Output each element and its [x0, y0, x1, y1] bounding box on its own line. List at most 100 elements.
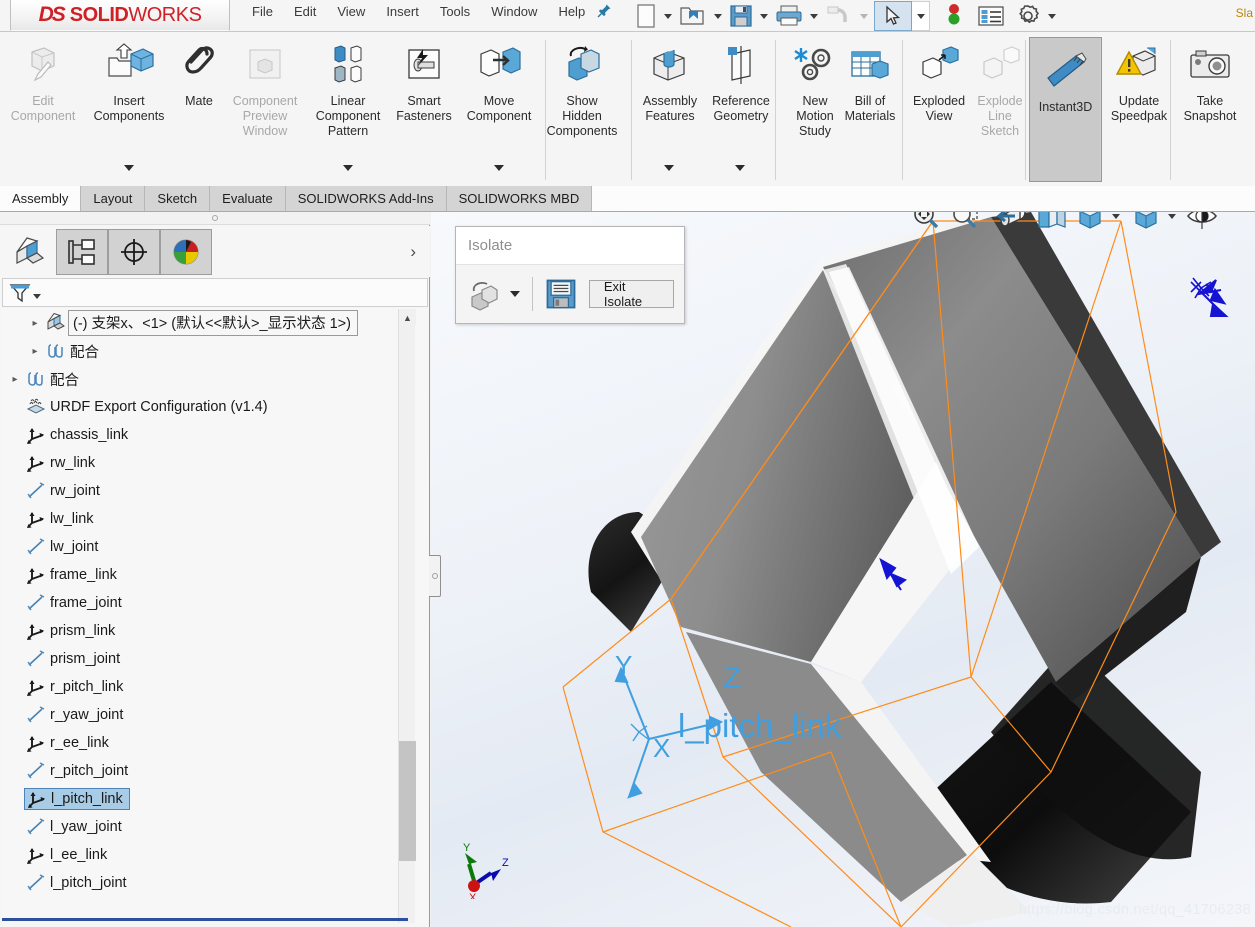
tree-item[interactable]: l_pitch_joint [2, 869, 410, 897]
tree-item[interactable]: frame_joint [2, 589, 410, 617]
tree-item[interactable]: frame_link [2, 561, 410, 589]
tree-item[interactable]: rw_joint [2, 477, 410, 505]
hide-show-component-button[interactable] [466, 277, 500, 311]
show-hidden-components-button[interactable]: ShowHiddenComponents [545, 32, 619, 139]
tree-item[interactable]: URDF Export Configuration (v1.4) [2, 393, 410, 421]
expand-chevron-icon[interactable]: ▸ [26, 318, 44, 329]
tab-sketch[interactable]: Sketch [145, 186, 210, 211]
tab-layout[interactable]: Layout [81, 186, 145, 211]
expand-chevron-icon[interactable]: ▸ [6, 374, 24, 385]
options-gear-button[interactable] [1014, 0, 1042, 32]
display-manager-tab[interactable] [160, 229, 212, 275]
tree-item[interactable]: prism_joint [2, 645, 410, 673]
panel-splitter-handle[interactable] [429, 555, 441, 597]
zoom-to-area-icon[interactable] [948, 212, 982, 233]
section-view-icon[interactable] [995, 212, 1029, 233]
tree-item[interactable]: r_pitch_link [2, 673, 410, 701]
tree-item[interactable]: lw_joint [2, 533, 410, 561]
component-preview-window-button[interactable]: ComponentPreviewWindow [228, 32, 302, 139]
chevron-down-icon[interactable] [1048, 14, 1056, 19]
update-speedpak-button[interactable]: UpdateSpeedpak [1102, 32, 1176, 124]
tree-item[interactable]: rw_link [2, 449, 410, 477]
tree-item[interactable]: r_yaw_joint [2, 701, 410, 729]
tree-item[interactable]: lw_link [2, 505, 410, 533]
select-tool-dropdown[interactable] [912, 1, 930, 31]
menu-file[interactable]: File [252, 4, 273, 19]
tree-filter-bar[interactable] [2, 278, 428, 307]
move-component-expand-icon[interactable] [494, 165, 504, 171]
tree-item[interactable]: ▸(-) 支架x、<1> (默认<<默认>_显示状态 1>) [2, 309, 410, 337]
isolate-save-button[interactable] [545, 278, 577, 310]
tree-item[interactable]: ▸配合 [2, 365, 410, 393]
mate-button[interactable]: Mate [162, 32, 236, 109]
isolate-dropdown-icon[interactable] [510, 291, 520, 297]
menu-window[interactable]: Window [491, 4, 537, 19]
panel-collapse-handle[interactable] [0, 212, 430, 225]
chevron-down-icon[interactable] [664, 14, 672, 19]
instant3d-button[interactable]: Instant3D [1029, 37, 1102, 182]
chevron-down-icon[interactable] [760, 14, 768, 19]
tree-item[interactable]: l_yaw_joint [2, 813, 410, 841]
reference-geometry-button[interactable]: ReferenceGeometry [704, 32, 778, 124]
print-document-button[interactable] [774, 0, 804, 32]
tab-evaluate[interactable]: Evaluate [210, 186, 286, 211]
open-document-button[interactable] [678, 0, 708, 32]
chevron-down-icon[interactable] [714, 14, 722, 19]
tab-assembly[interactable]: Assembly [0, 186, 81, 211]
expand-chevron-icon[interactable]: ▸ [26, 346, 44, 357]
filter-dropdown-icon[interactable] [33, 294, 41, 299]
reference-geometry-expand-icon[interactable] [735, 165, 745, 171]
tree-item[interactable]: l_ee_link [2, 841, 410, 869]
insert-components-button[interactable]: InsertComponents [92, 32, 166, 124]
hide-show-items-icon[interactable] [1129, 212, 1163, 233]
feature-tree-scrollbar[interactable]: ▲ [398, 309, 415, 923]
edit-component-button[interactable]: EditComponent [6, 32, 80, 124]
linear-pattern-expand-icon[interactable] [343, 165, 353, 171]
panel-expand-chevron-icon[interactable]: › [410, 242, 416, 262]
chevron-down-icon[interactable] [1112, 214, 1120, 219]
feature-manager-tab[interactable] [4, 229, 56, 275]
tree-item[interactable]: r_pitch_joint [2, 757, 410, 785]
exit-isolate-button[interactable]: Exit Isolate [589, 280, 674, 308]
tree-item[interactable]: r_ee_link [2, 729, 410, 757]
isolate-dialog[interactable]: Isolate [455, 226, 685, 324]
assembly-features-expand-icon[interactable] [664, 165, 674, 171]
menu-edit[interactable]: Edit [294, 4, 316, 19]
new-document-button[interactable] [634, 0, 658, 32]
select-tool-button[interactable] [874, 1, 912, 31]
move-component-button[interactable]: MoveComponent [462, 32, 536, 124]
chevron-down-icon[interactable] [860, 14, 868, 19]
menu-insert[interactable]: Insert [386, 4, 419, 19]
scroll-up-arrow-icon[interactable]: ▲ [399, 309, 416, 326]
menu-help[interactable]: Help [558, 4, 585, 19]
chevron-down-icon[interactable] [810, 14, 818, 19]
smart-fasteners-button[interactable]: SmartFasteners [387, 32, 461, 124]
tree-item[interactable]: prism_link [2, 617, 410, 645]
tree-item[interactable]: l_pitch_link [2, 785, 410, 813]
feature-tree[interactable]: ▸(-) 支架x、<1> (默认<<默认>_显示状态 1>)▸配合▸配合URDF… [2, 309, 428, 923]
take-snapshot-button[interactable]: TakeSnapshot [1173, 32, 1247, 124]
assembly-features-button[interactable]: AssemblyFeatures [633, 32, 707, 124]
appearance-icon[interactable] [1185, 212, 1219, 233]
view-orientation-icon[interactable] [1034, 212, 1068, 233]
bill-of-materials-button[interactable]: Bill ofMaterials [833, 32, 907, 124]
tab-solidworks-mbd[interactable]: SOLIDWORKS MBD [447, 186, 593, 211]
property-manager-tab[interactable] [56, 229, 108, 275]
chevron-down-icon[interactable] [1168, 214, 1176, 219]
options-list-button[interactable] [976, 0, 1006, 32]
undo-button[interactable] [824, 0, 854, 32]
tree-item[interactable]: chassis_link [2, 421, 410, 449]
pushpin-icon[interactable] [596, 3, 612, 19]
scrollbar-thumb[interactable] [399, 741, 416, 861]
menu-view[interactable]: View [337, 4, 365, 19]
menu-tools[interactable]: Tools [440, 4, 470, 19]
zoom-to-fit-icon[interactable] [909, 212, 943, 233]
tree-item[interactable]: ▸配合 [2, 337, 410, 365]
insert-components-expand-icon[interactable] [124, 165, 134, 171]
tab-solidworks-addins[interactable]: SOLIDWORKS Add-Ins [286, 186, 447, 211]
solidworks-logo-tab[interactable]: DSSOLIDWORKS [10, 0, 230, 31]
configuration-manager-tab[interactable] [108, 229, 160, 275]
save-document-button[interactable] [728, 0, 754, 32]
rebuild-button[interactable] [944, 0, 964, 32]
display-style-icon[interactable] [1073, 212, 1107, 233]
